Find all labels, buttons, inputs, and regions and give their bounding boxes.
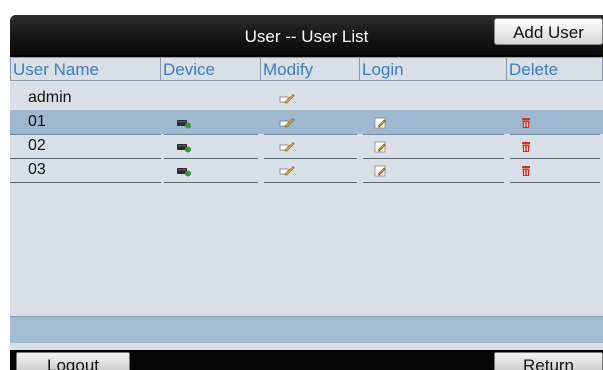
login-cell <box>363 158 504 183</box>
add-user-button[interactable]: Add User <box>494 18 603 45</box>
login-cell <box>363 86 504 110</box>
device-cell <box>164 134 258 159</box>
modify-cell <box>264 110 357 135</box>
status-band <box>10 316 603 343</box>
login-cell <box>363 134 504 159</box>
user-name-cell: 01 <box>10 110 161 135</box>
delete-cell <box>510 86 600 110</box>
column-header-modify: Modify <box>261 57 360 81</box>
delete-cell <box>510 110 600 135</box>
table-row[interactable]: 01 <box>10 110 603 135</box>
modify-cell <box>264 86 357 111</box>
column-header-user-name: User Name <box>10 57 161 81</box>
table-row[interactable]: admin <box>10 86 603 111</box>
delete-cell <box>510 158 600 183</box>
logout-button[interactable]: Logout <box>16 352 130 370</box>
device-cell <box>164 110 258 135</box>
table-header: User Name Device Modify Login Delete <box>10 57 603 83</box>
trash-icon[interactable] <box>518 116 534 128</box>
title-bar: User -- User List Add User <box>10 15 603 55</box>
trash-icon[interactable] <box>518 164 534 176</box>
device-icon[interactable] <box>176 164 192 177</box>
device-cell <box>164 158 258 183</box>
modify-cell <box>264 134 357 159</box>
column-header-login: Login <box>360 57 507 81</box>
user-name-cell: 02 <box>10 134 161 159</box>
device-icon[interactable] <box>176 116 192 129</box>
column-header-device: Device <box>161 57 261 81</box>
login-cell <box>363 110 504 135</box>
delete-cell <box>510 134 600 159</box>
table-row[interactable]: 02 <box>10 134 603 159</box>
modify-icon[interactable] <box>279 116 295 128</box>
trash-icon[interactable] <box>518 140 534 152</box>
return-button[interactable]: Return <box>494 352 603 370</box>
column-header-delete: Delete <box>507 57 603 81</box>
modify-icon[interactable] <box>279 92 295 104</box>
modify-icon[interactable] <box>279 140 295 152</box>
modify-icon[interactable] <box>279 164 295 176</box>
user-list-panel: User Name Device Modify Login Delete adm… <box>10 57 603 350</box>
login-edit-icon[interactable] <box>373 116 389 129</box>
device-cell <box>164 86 258 111</box>
user-name-cell: 03 <box>10 158 161 183</box>
user-name-cell: admin <box>10 86 161 111</box>
device-icon[interactable] <box>176 140 192 153</box>
table-row[interactable]: 03 <box>10 158 603 183</box>
user-list-window: User -- User List Add User User Name Dev… <box>10 15 603 370</box>
login-edit-icon[interactable] <box>373 140 389 153</box>
login-edit-icon[interactable] <box>373 164 389 177</box>
modify-cell <box>264 158 357 183</box>
